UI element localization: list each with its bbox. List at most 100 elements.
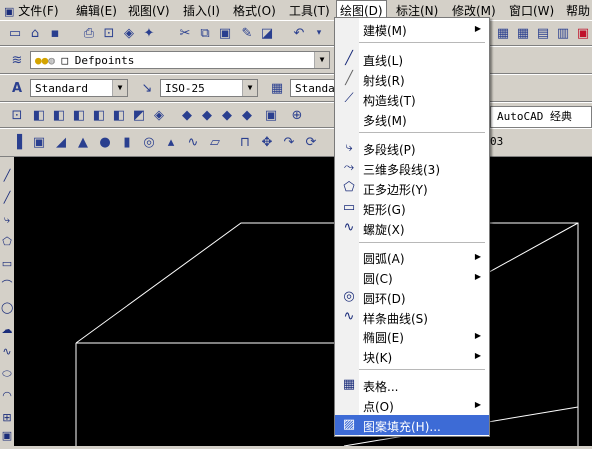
menu-item-hatch[interactable]: ▨ 图案填充(H)... xyxy=(335,415,489,435)
insert-block-tool-icon[interactable]: ⊞ xyxy=(1,411,13,425)
view7-icon[interactable]: ◈ xyxy=(150,106,168,124)
torus-icon[interactable]: ◎ xyxy=(140,133,158,151)
revcloud-tool-icon[interactable]: ☁ xyxy=(1,323,13,337)
polysolid-icon[interactable]: ▐ xyxy=(8,133,26,151)
presspull-icon[interactable]: ✥ xyxy=(258,133,276,151)
text-style-icon[interactable]: A xyxy=(8,79,26,97)
preview-icon[interactable]: ⊡ xyxy=(100,24,118,42)
spline-tool-icon[interactable]: ∿ xyxy=(1,345,13,359)
menu-item-mline[interactable]: 多线(M) xyxy=(335,109,489,129)
arc-tool-icon[interactable]: ⌒ xyxy=(1,279,13,293)
rectangle-tool-icon[interactable]: ▭ xyxy=(1,257,13,271)
view3-icon[interactable]: ◧ xyxy=(70,106,88,124)
menu-item-donut[interactable]: ◎ 圆环(D) xyxy=(335,287,489,307)
view4-icon[interactable]: ◧ xyxy=(90,106,108,124)
revolve-icon[interactable]: ⟳ xyxy=(302,133,320,151)
menu-item-polygon[interactable]: ⬠ 正多边形(Y) xyxy=(335,178,489,198)
iso-view4-icon[interactable]: ◆ xyxy=(238,106,256,124)
menu-item-xline[interactable]: ⟋ 构造线(T) xyxy=(335,89,489,109)
menu-item-arc[interactable]: 圆弧(A) ▶ xyxy=(335,247,489,267)
properties-icon[interactable]: ▦ xyxy=(494,24,512,42)
text-style-dropdown-icon[interactable]: ▼ xyxy=(112,80,127,96)
sheetset-icon[interactable]: ▥ xyxy=(554,24,572,42)
dim-style-dropdown-icon[interactable]: ▼ xyxy=(242,80,257,96)
sphere-icon[interactable]: ● xyxy=(96,133,114,151)
cone-icon[interactable]: ▲ xyxy=(74,133,92,151)
polyline-tool-icon[interactable]: ⤷ xyxy=(1,213,13,227)
paste-icon[interactable]: ▣ xyxy=(216,24,234,42)
make-block-tool-icon[interactable]: ▣ xyxy=(1,429,13,443)
ellipse-arc-tool-icon[interactable]: ◠ xyxy=(1,389,13,403)
web-icon[interactable]: ✦ xyxy=(140,24,158,42)
helix-tool-icon[interactable]: ∿ xyxy=(184,133,202,151)
menu-item-polyline[interactable]: ⤷ 多段线(P) xyxy=(335,138,489,158)
menu-edit[interactable]: 编辑(E) xyxy=(76,2,117,19)
view5-icon[interactable]: ◧ xyxy=(110,106,128,124)
iso-view-icon[interactable]: ◆ xyxy=(178,106,196,124)
menu-item-line[interactable]: ╱ 直线(L) xyxy=(335,49,489,69)
extrude-icon[interactable]: ⊓ xyxy=(236,133,254,151)
line-tool-icon[interactable]: ╱ xyxy=(1,169,13,183)
toolpalettes-icon[interactable]: ▤ xyxy=(534,24,552,42)
menu-item-helix[interactable]: ∿ 螺旋(X) xyxy=(335,218,489,238)
sweep-icon[interactable]: ↷ xyxy=(280,133,298,151)
menu-item-circle[interactable]: 圆(C) ▶ xyxy=(335,267,489,287)
pyramid-icon[interactable]: ▴ xyxy=(162,133,180,151)
layer-combo[interactable]: ●●◍ □ Defpoints ▼ xyxy=(30,51,330,69)
new-icon[interactable]: ▭ xyxy=(6,24,24,42)
layer-manager-icon[interactable]: ≋ xyxy=(8,51,26,69)
menu-insert[interactable]: 插入(I) xyxy=(183,2,220,19)
polygon-tool-icon[interactable]: ⬠ xyxy=(1,235,13,249)
iso-view2-icon[interactable]: ◆ xyxy=(198,106,216,124)
menu-item-table[interactable]: ▦ 表格... xyxy=(335,375,489,395)
menu-item-spline[interactable]: ∿ 样条曲线(S) xyxy=(335,307,489,327)
iso-view3-icon[interactable]: ◆ xyxy=(218,106,236,124)
menu-item-block[interactable]: 块(K) ▶ xyxy=(335,346,489,366)
cylinder-icon[interactable]: ▮ xyxy=(118,133,136,151)
menu-item-ellipse[interactable]: 椭圆(E) ▶ xyxy=(335,326,489,346)
table-style-icon[interactable]: ▦ xyxy=(268,79,286,97)
planar-icon[interactable]: ▱ xyxy=(206,133,224,151)
dim-style-combo[interactable]: ISO-25 ▼ xyxy=(160,79,258,97)
menu-item-rectangle[interactable]: ▭ 矩形(G) xyxy=(335,198,489,218)
menu-item-ray[interactable]: ╱ 射线(R) xyxy=(335,69,489,89)
dim-style-icon[interactable]: ↘ xyxy=(138,79,156,97)
view6-icon[interactable]: ◩ xyxy=(130,106,148,124)
cut-icon[interactable]: ✂ xyxy=(176,24,194,42)
publish-icon[interactable]: ◈ xyxy=(120,24,138,42)
wedge-icon[interactable]: ◢ xyxy=(52,133,70,151)
blockeditor-icon[interactable]: ◪ xyxy=(258,24,276,42)
menu-item-modeling[interactable]: 建模(M) ▶ xyxy=(335,19,489,39)
menu-item-point[interactable]: 点(O) ▶ xyxy=(335,395,489,415)
camera-icon[interactable]: ▣ xyxy=(262,106,280,124)
menu-help[interactable]: 帮助 xyxy=(566,2,590,19)
view-icon[interactable]: ◧ xyxy=(30,106,48,124)
layer-dropdown-icon[interactable]: ▼ xyxy=(314,52,329,68)
undo-icon[interactable]: ↶ xyxy=(290,24,308,42)
orbit-icon[interactable]: ⊕ xyxy=(288,106,306,124)
copy-icon[interactable]: ⧉ xyxy=(196,24,214,42)
table-style-combo[interactable]: Standar xyxy=(290,79,341,97)
box-icon[interactable]: ▣ xyxy=(30,133,48,151)
ucs-icon[interactable]: ⊡ xyxy=(8,106,26,124)
text-style-combo[interactable]: Standard ▼ xyxy=(30,79,128,97)
save-icon[interactable]: ▪ xyxy=(46,24,64,42)
undo-dropdown-icon[interactable]: ▾ xyxy=(310,24,328,42)
print-icon[interactable]: ⎙ xyxy=(80,24,98,42)
circle-tool-icon[interactable]: ◯ xyxy=(1,301,13,315)
menu-window[interactable]: 窗口(W) xyxy=(509,2,554,19)
designcenter-icon[interactable]: ▦ xyxy=(514,24,532,42)
matchprop-icon[interactable]: ✎ xyxy=(238,24,256,42)
workspace-combo[interactable]: AutoCAD 经典 xyxy=(490,106,592,128)
view2-icon[interactable]: ◧ xyxy=(50,106,68,124)
open-icon[interactable]: ⌂ xyxy=(26,24,44,42)
menu-item-3dpoly[interactable]: ⤳ 三维多段线(3) xyxy=(335,158,489,178)
xline-tool-icon[interactable]: ╱ xyxy=(1,191,13,205)
drawing-canvas[interactable] xyxy=(14,157,592,447)
ellipse-tool-icon[interactable]: ⬭ xyxy=(1,367,13,381)
menu-view[interactable]: 视图(V) xyxy=(128,2,170,19)
menu-tools[interactable]: 工具(T) xyxy=(289,2,330,19)
menu-file[interactable]: ▣ 文件(F) xyxy=(4,2,59,19)
menu-format[interactable]: 格式(O) xyxy=(233,2,276,19)
markup-icon[interactable]: ▣ xyxy=(574,24,592,42)
